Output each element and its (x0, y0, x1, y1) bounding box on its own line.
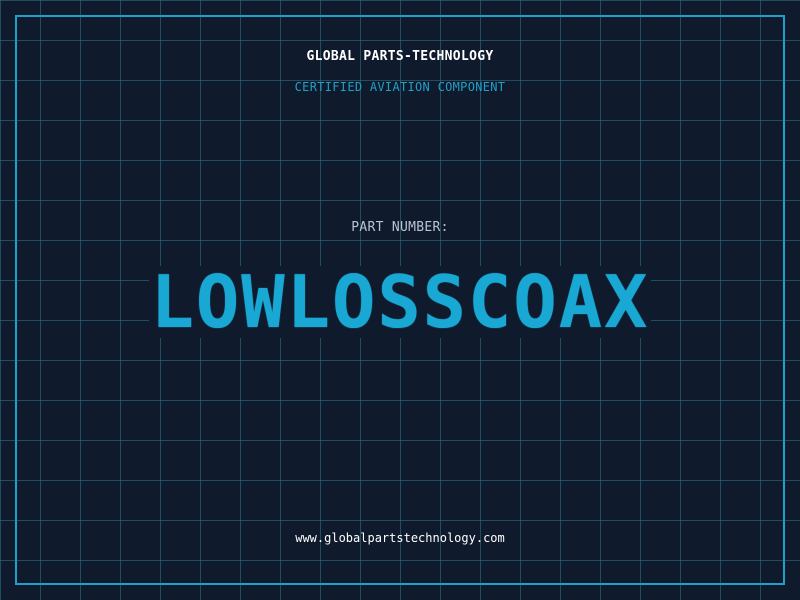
part-number-label: PART NUMBER: (351, 220, 449, 235)
website-url: www.globalpartstechnology.com (295, 531, 505, 545)
part-number-value: LOWLOSSCOAX (148, 260, 652, 344)
part-number-container: LOWLOSSCOAX (0, 262, 800, 342)
certification-subtitle: CERTIFIED AVIATION COMPONENT (294, 80, 506, 94)
certificate-card: GLOBAL PARTS-TECHNOLOGY CERTIFIED AVIATI… (0, 0, 800, 600)
company-name: GLOBAL PARTS-TECHNOLOGY (306, 49, 494, 64)
